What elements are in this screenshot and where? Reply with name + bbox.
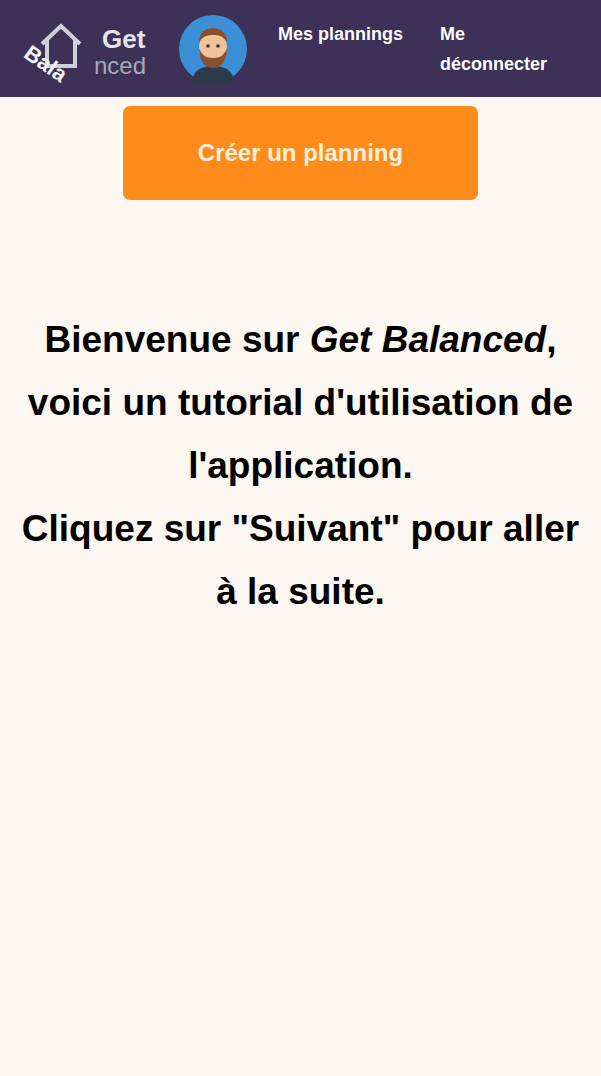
page: GetBalanced Mes plannings Me déconnecter Cr…	[0, 0, 601, 1076]
nav: Mes plannings Me déconnecter	[278, 19, 591, 79]
intro-segment: Get Balanced	[310, 319, 546, 360]
header-bar: GetBalanced Mes plannings Me déconnecter	[0, 0, 601, 97]
intro-segment: Cliquez sur "Suivant" pour aller à la su…	[22, 508, 579, 612]
nav-link[interactable]: Mes plannings	[278, 19, 406, 79]
intro-paragraph: Cliquez sur "Suivant" pour aller à la su…	[20, 497, 581, 623]
logo-top-text: Get	[102, 24, 145, 55]
logo-rest-text: nced	[94, 52, 146, 80]
button-row: Créer un planning	[0, 97, 601, 200]
avatar-icon[interactable]	[178, 14, 248, 84]
intro-text: Bienvenue sur Get Balanced, voici un tut…	[0, 200, 601, 623]
nav-link[interactable]: Me déconnecter	[440, 19, 568, 79]
logo[interactable]: GetBalanced	[34, 14, 164, 84]
intro-paragraph: Bienvenue sur Get Balanced, voici un tut…	[20, 308, 581, 497]
intro-segment: Bienvenue sur	[44, 319, 309, 360]
create-planning-button[interactable]: Créer un planning	[123, 106, 478, 200]
